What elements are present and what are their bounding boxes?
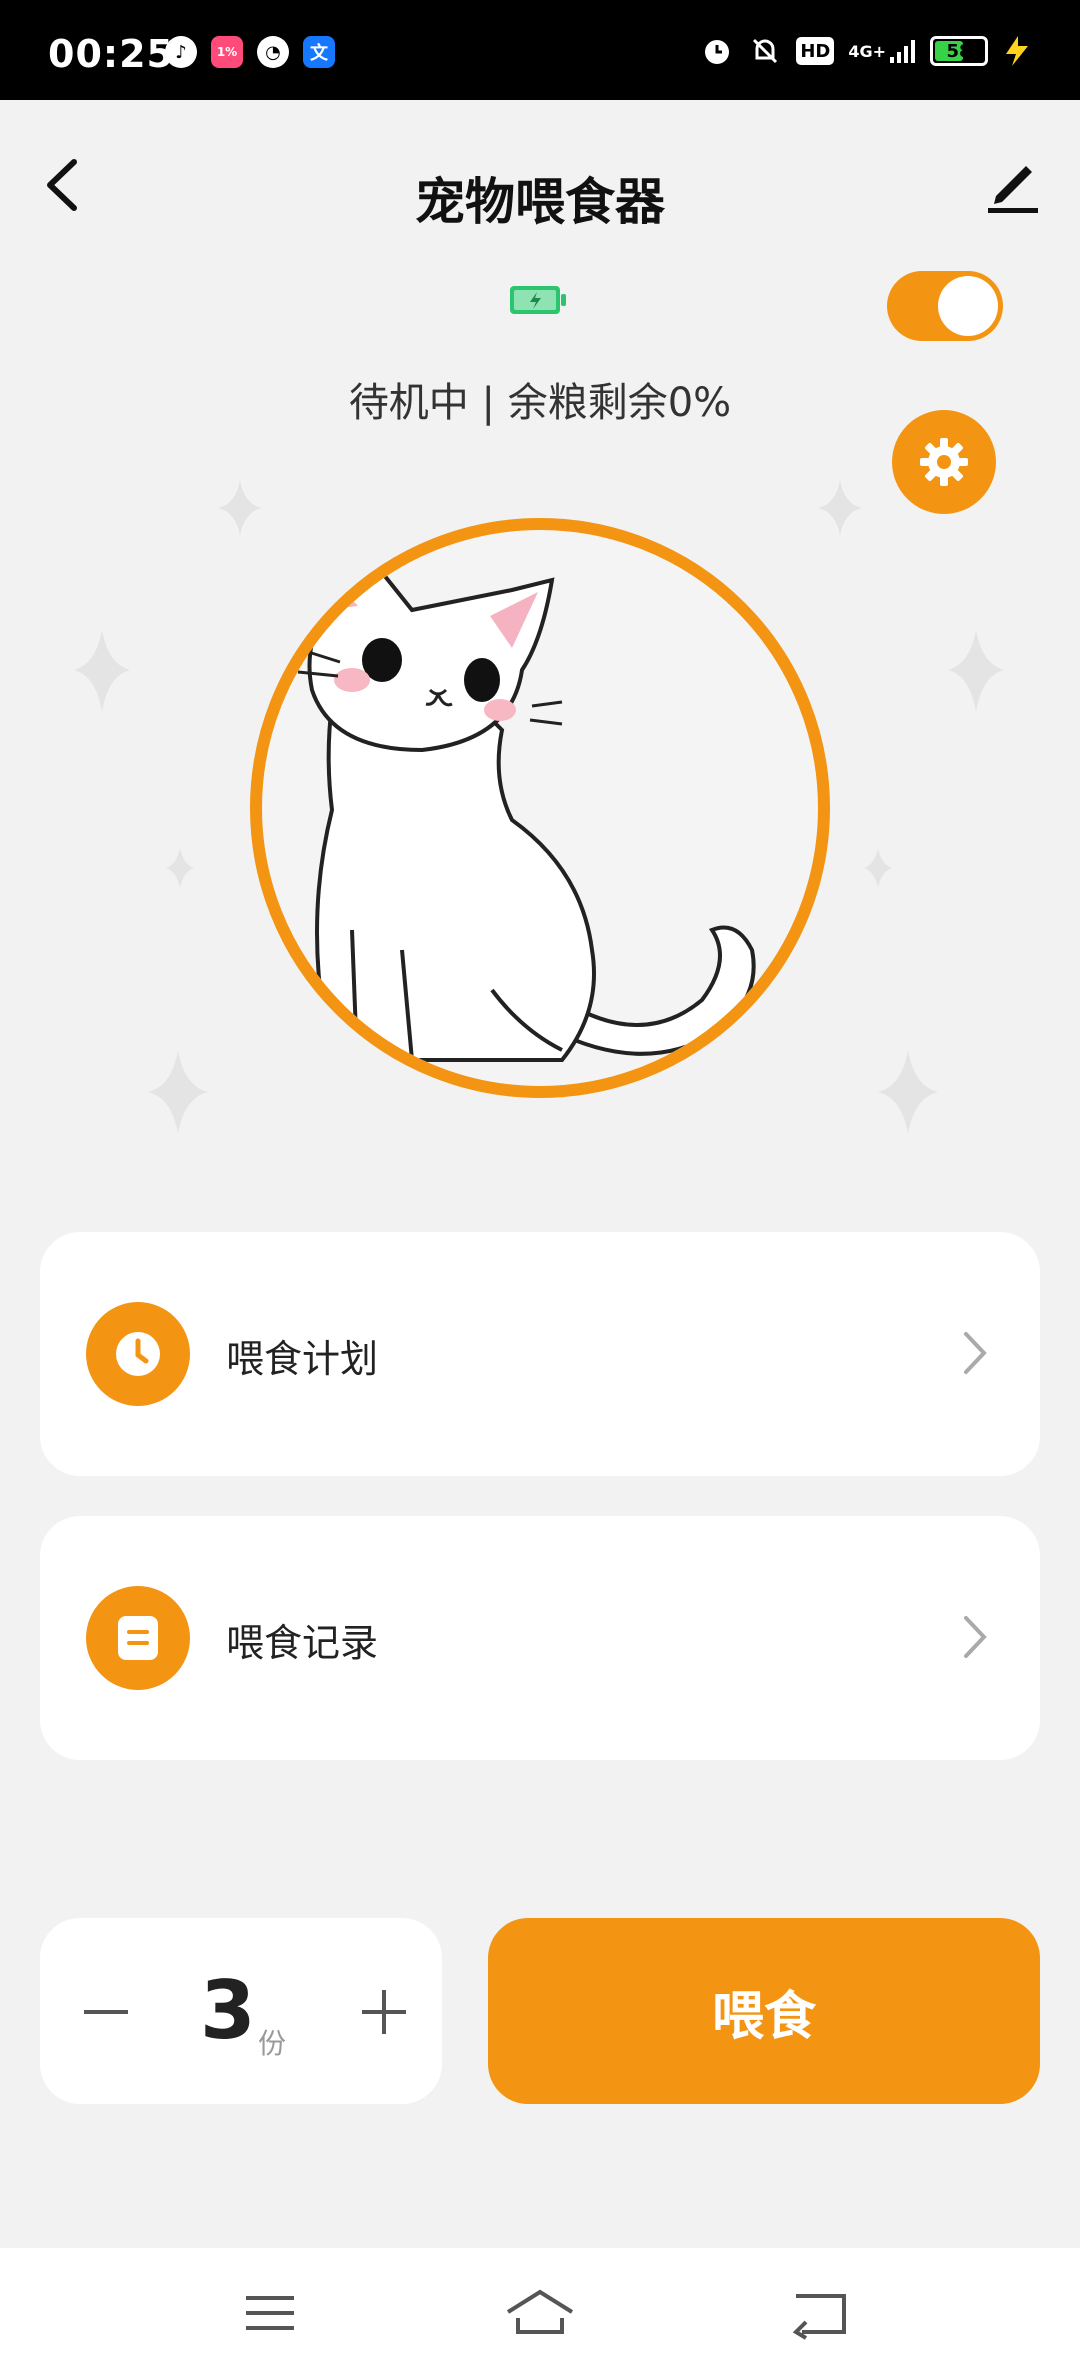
home-nav-button[interactable]: [500, 2278, 580, 2348]
battery-icon: 58: [930, 36, 988, 66]
feeding-plan-label: 喂食计划: [226, 1337, 379, 1381]
status-time: 00:25: [48, 32, 174, 76]
charging-icon: [1002, 34, 1032, 68]
status-bar: 00:25 ♪ 1% ◔ 文 HD 4G+ 58: [0, 0, 1080, 100]
chevron-right-icon: [960, 1610, 990, 1664]
power-toggle[interactable]: [887, 271, 1003, 341]
toggle-knob: [938, 276, 998, 336]
translate-app-icon: 文: [303, 36, 335, 68]
app-header: 宠物喂食器: [0, 100, 1080, 270]
cat-illustration: [297, 557, 756, 1062]
feeding-plan-card[interactable]: 喂食计划: [40, 1232, 1040, 1476]
portion-stepper: 3 份: [40, 1918, 442, 2104]
page-title: 宠物喂食器: [415, 173, 665, 231]
alarm-icon: [700, 34, 734, 68]
speed-app-icon: ◔: [257, 36, 289, 68]
feeding-records-card[interactable]: 喂食记录: [40, 1516, 1040, 1760]
edit-button[interactable]: [982, 150, 1042, 216]
portion-unit: 份: [258, 2027, 287, 2060]
mute-icon: [748, 34, 782, 68]
notification-icons: ♪ 1% ◔ 文: [165, 36, 335, 68]
decrease-button[interactable]: [74, 1980, 138, 2044]
pet-avatar: [250, 518, 830, 1098]
music-app-icon: ♪: [165, 36, 197, 68]
feeding-records-label: 喂食记录: [226, 1621, 379, 1665]
increase-button[interactable]: [352, 1980, 416, 2044]
clock-icon: [86, 1302, 190, 1406]
feed-button[interactable]: 喂食: [488, 1918, 1040, 2104]
menu-nav-button[interactable]: [230, 2278, 310, 2348]
news-app-icon: 1%: [211, 36, 243, 68]
signal-icon: 4G+: [848, 34, 916, 68]
system-icons: HD 4G+ 58: [700, 34, 1032, 68]
hd-icon: HD: [796, 37, 835, 65]
chevron-right-icon: [960, 1326, 990, 1380]
document-icon: [86, 1586, 190, 1690]
portion-value: 3: [200, 1964, 256, 2057]
device-battery-icon: [508, 283, 568, 317]
back-nav-button[interactable]: [780, 2278, 860, 2348]
system-nav-bar: [0, 2248, 1080, 2376]
